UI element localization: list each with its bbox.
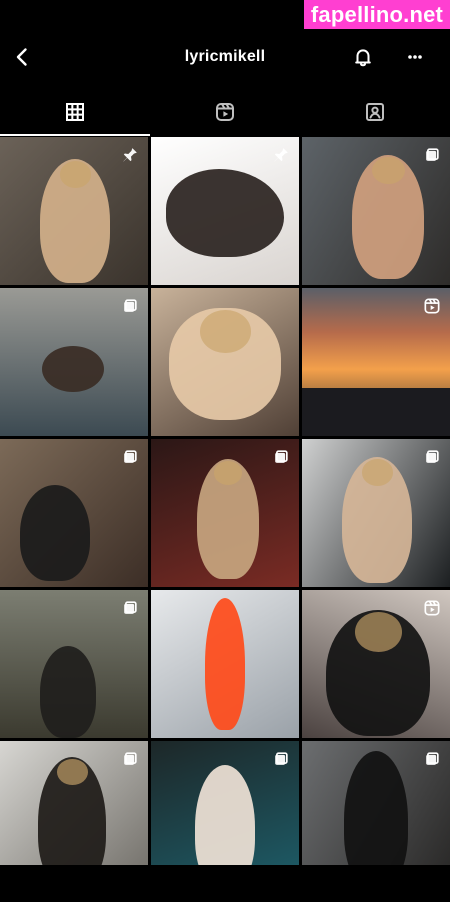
post-tile[interactable] xyxy=(0,288,148,436)
carousel-icon xyxy=(271,447,291,467)
post-subject xyxy=(20,485,90,581)
hair-highlight xyxy=(355,612,402,652)
post-subject xyxy=(302,388,450,436)
post-thumbnail xyxy=(151,590,299,738)
hair-highlight xyxy=(372,157,405,185)
carousel-icon xyxy=(271,749,291,769)
hair-highlight xyxy=(361,459,394,486)
carousel-icon xyxy=(120,296,140,316)
post-subject xyxy=(166,169,284,257)
post-tile[interactable] xyxy=(302,439,450,587)
post-subject xyxy=(205,598,245,730)
hair-highlight xyxy=(59,161,92,188)
post-subject xyxy=(42,346,104,392)
carousel-icon xyxy=(422,447,442,467)
profile-username: lyricmikell xyxy=(184,48,266,65)
post-tile[interactable] xyxy=(302,590,450,738)
post-tile[interactable] xyxy=(151,137,299,285)
grid-icon xyxy=(63,100,87,129)
post-subject xyxy=(40,646,96,738)
post-thumbnail xyxy=(151,288,299,436)
reels-icon xyxy=(422,598,442,618)
watermark: fapellino.net xyxy=(304,0,450,29)
pin-icon xyxy=(271,145,291,165)
hair-highlight xyxy=(200,310,251,353)
more-horizontal-icon[interactable] xyxy=(403,45,427,69)
carousel-icon xyxy=(120,447,140,467)
post-tile[interactable] xyxy=(0,439,148,587)
tab-reels[interactable] xyxy=(150,92,300,136)
reels-icon xyxy=(213,100,237,129)
tab-posts[interactable] xyxy=(0,92,150,136)
top-bar: lyricmikell xyxy=(0,40,450,76)
tab-tagged[interactable] xyxy=(300,92,450,136)
posts-grid xyxy=(0,137,450,889)
post-tile[interactable] xyxy=(302,137,450,285)
profile-screen: fapellino.net lyricmikell xyxy=(0,0,450,902)
post-tile[interactable] xyxy=(151,439,299,587)
profile-tabs xyxy=(0,92,450,136)
tagged-icon xyxy=(363,100,387,129)
post-tile[interactable] xyxy=(151,590,299,738)
carousel-icon xyxy=(422,749,442,769)
carousel-icon xyxy=(120,598,140,618)
carousel-icon xyxy=(120,749,140,769)
pin-icon xyxy=(120,145,140,165)
post-tile[interactable] xyxy=(302,288,450,436)
carousel-icon xyxy=(422,145,442,165)
hair-highlight xyxy=(57,759,88,785)
hair-highlight xyxy=(214,461,243,485)
bottom-bar xyxy=(0,865,450,902)
post-tile[interactable] xyxy=(0,590,148,738)
reels-icon xyxy=(422,296,442,316)
post-tile[interactable] xyxy=(151,288,299,436)
bell-icon[interactable] xyxy=(351,45,375,69)
post-tile[interactable] xyxy=(0,137,148,285)
